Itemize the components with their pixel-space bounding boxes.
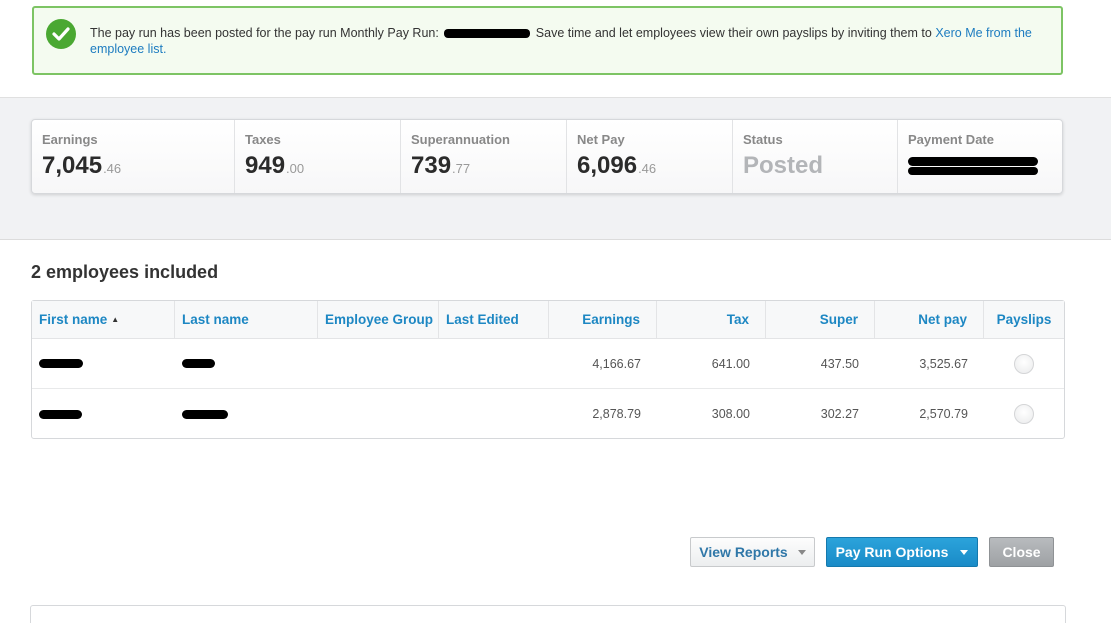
column-tax[interactable]: Tax [657, 301, 766, 338]
net-pay-cell: 2,570.79 [919, 407, 968, 421]
column-super[interactable]: Super [766, 301, 875, 338]
summary-earnings-label: Earnings [42, 132, 98, 147]
summary-earnings-value: 7,045.46 [42, 152, 122, 179]
last-edited-cell [439, 339, 549, 388]
table-row[interactable]: 2,878.79 308.00 302.27 2,570.79 [32, 389, 1064, 439]
column-net-pay[interactable]: Net pay [875, 301, 984, 338]
redacted-text [444, 29, 531, 39]
summary-earnings: Earnings 7,045.46 [32, 120, 235, 193]
status-badge: Posted [743, 152, 824, 179]
redacted-name [182, 409, 228, 419]
employees-heading: 2 employees included [31, 262, 219, 282]
banner-message-suffix: Save time and let employees view their o… [535, 26, 932, 40]
redacted-date [908, 157, 1038, 166]
last-name-cell[interactable] [175, 339, 318, 388]
earnings-cell: 2,878.79 [592, 407, 641, 421]
tax-cell: 641.00 [711, 356, 750, 371]
summary-net-pay-value: 6,096.46 [577, 152, 657, 179]
redacted-name [39, 409, 82, 419]
payslip-cell [984, 389, 1064, 439]
banner-message-prefix: The pay run has been posted for the pay … [90, 26, 439, 40]
summary-payment-date: Payment Date [898, 120, 1062, 193]
employee-group-cell [318, 389, 439, 439]
summary-payment-date-label: Payment Date [908, 132, 994, 147]
last-edited-cell [439, 389, 549, 439]
success-banner: The pay run has been posted for the pay … [32, 6, 1063, 75]
chevron-down-icon [960, 549, 969, 555]
summary-status-label: Status [743, 132, 783, 147]
notification-area: The pay run has been posted for the pay … [0, 0, 1111, 98]
column-earnings[interactable]: Earnings [549, 301, 657, 338]
redacted-name [39, 359, 83, 368]
table-row[interactable]: 4,166.67 641.00 437.50 3,525.67 [32, 339, 1064, 389]
payslip-radio[interactable] [1014, 353, 1034, 374]
chevron-down-icon [797, 549, 806, 555]
summary-super: Superannuation 739.77 [401, 120, 567, 193]
summary-super-label: Superannuation [411, 132, 510, 147]
pay-run-options-button[interactable]: Pay Run Options [826, 537, 978, 567]
last-name-cell[interactable] [175, 389, 318, 439]
first-name-cell[interactable] [32, 339, 175, 388]
summary-band: Earnings 7,045.46 Taxes 949.00 Superannu… [0, 98, 1111, 240]
column-last-edited[interactable]: Last Edited [439, 301, 549, 338]
column-employee-group[interactable]: Employee Group [318, 301, 439, 338]
summary-taxes-value: 949.00 [245, 152, 305, 179]
close-button[interactable]: Close [989, 537, 1054, 567]
super-cell: 437.50 [820, 356, 859, 371]
payslip-cell [984, 339, 1064, 388]
summary-taxes: Taxes 949.00 [235, 120, 401, 193]
checkmark-icon [46, 19, 76, 49]
payslip-radio[interactable] [1014, 404, 1034, 424]
banner-message: The pay run has been posted for the pay … [90, 25, 1040, 57]
view-reports-button[interactable]: View Reports [690, 537, 815, 567]
pay-run-summary: Earnings 7,045.46 Taxes 949.00 Superannu… [31, 119, 1063, 194]
first-name-cell[interactable] [32, 389, 175, 439]
column-first-name[interactable]: First name ▲ [32, 301, 175, 338]
summary-super-value: 739.77 [411, 152, 471, 179]
view-reports-label: View Reports [699, 544, 788, 560]
column-last-name[interactable]: Last name [175, 301, 318, 338]
employees-table: First name ▲ Last name Employee Group Las… [31, 300, 1065, 439]
super-cell: 302.27 [820, 407, 859, 421]
sort-ascending-icon: ▲ [111, 315, 120, 324]
earnings-cell: 4,166.67 [592, 356, 641, 371]
summary-status: Status Posted [733, 120, 898, 193]
employee-group-cell [318, 339, 439, 388]
pay-run-options-label: Pay Run Options [835, 544, 949, 560]
summary-net-pay: Net Pay 6,096.46 [567, 120, 733, 193]
net-pay-cell: 3,525.67 [919, 356, 968, 371]
summary-taxes-label: Taxes [245, 132, 281, 147]
column-payslips[interactable]: Payslips [984, 301, 1064, 338]
table-header: First name ▲ Last name Employee Group Las… [32, 301, 1064, 339]
summary-net-pay-label: Net Pay [577, 132, 625, 147]
bottom-panel [30, 605, 1066, 623]
tax-cell: 308.00 [711, 407, 750, 421]
redacted-name [182, 359, 215, 368]
redacted-date [908, 167, 1038, 175]
